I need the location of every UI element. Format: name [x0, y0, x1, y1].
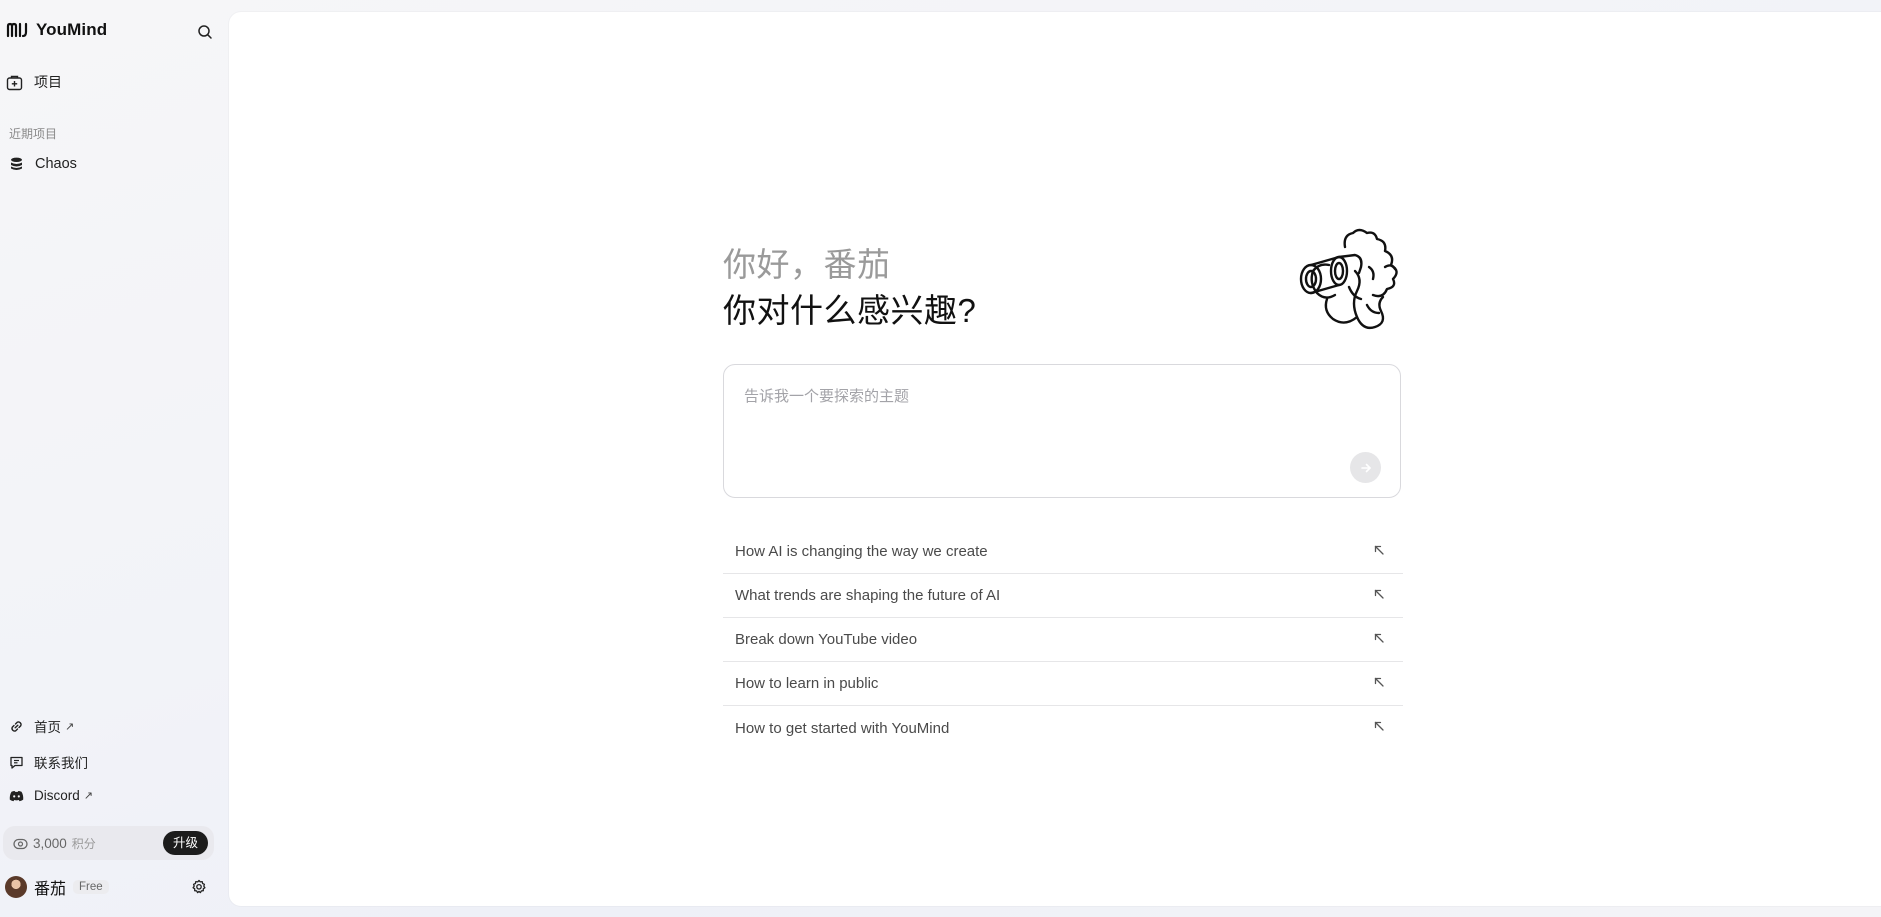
- contact-link-label: 联系我们: [34, 756, 88, 771]
- credits-bar: 3,000 积分 升级: [3, 826, 214, 860]
- suggestion-item[interactable]: How to learn in public: [723, 662, 1403, 706]
- project-add-icon: [6, 75, 23, 90]
- credits-unit: 积分: [71, 837, 96, 851]
- plan-badge: Free: [73, 880, 109, 894]
- sidebar-item-projects-label: 项目: [34, 74, 62, 90]
- send-button[interactable]: [1350, 452, 1381, 483]
- youmind-logo-icon: [6, 22, 28, 38]
- home-link[interactable]: 首页 ↗: [9, 716, 74, 736]
- suggestion-label: What trends are shaping the future of AI: [735, 587, 1001, 604]
- suggestion-label: How to learn in public: [735, 675, 879, 692]
- upgrade-button[interactable]: 升级: [162, 831, 208, 855]
- credits-icon: [13, 838, 28, 849]
- credits-display[interactable]: 3,000 积分: [13, 835, 96, 852]
- suggestion-label: How to get started with YouMind: [735, 719, 950, 737]
- sidebar: YouMind 项目 近期项目 Chaos 首页 ↗ 联系我们 Discord …: [0, 0, 229, 917]
- discord-icon: [9, 790, 24, 801]
- topic-input[interactable]: [744, 385, 1364, 407]
- sidebar-item-chaos[interactable]: Chaos: [10, 156, 77, 172]
- user-name: 番茄: [34, 881, 67, 898]
- arrow-up-left-icon: [1374, 677, 1384, 687]
- suggestion-label: Break down YouTube video: [735, 631, 918, 648]
- discord-link[interactable]: Discord ↗: [9, 788, 93, 803]
- arrow-up-left-icon: [1374, 589, 1384, 599]
- arrow-up-left-icon: [1374, 721, 1384, 731]
- brand-name: YouMind: [36, 20, 108, 39]
- suggestion-label: How AI is changing the way we create: [735, 543, 988, 560]
- home-link-label: 首页: [34, 720, 61, 735]
- suggestion-list: How AI is changing the way we create Wha…: [723, 530, 1403, 750]
- page-title: 你对什么感兴趣?: [723, 292, 977, 329]
- main-panel: 你好，番茄 你对什么感兴趣? 告诉我一个要探索的主题 How AI is cha…: [229, 12, 1881, 906]
- arrow-right-icon: [1360, 463, 1371, 472]
- user-profile[interactable]: 番茄 Free: [5, 875, 210, 899]
- suggestion-item[interactable]: How AI is changing the way we create: [723, 530, 1403, 574]
- sidebar-item-projects[interactable]: 项目: [6, 72, 62, 92]
- recent-section-label: 近期项目: [9, 127, 58, 141]
- link-icon: [11, 720, 22, 732]
- binoculars-illustration-icon: [1299, 228, 1398, 330]
- credits-amount: 3,000: [33, 836, 67, 851]
- chat-icon: [10, 756, 23, 769]
- external-link-icon: ↗: [65, 720, 75, 733]
- greeting: 你好，番茄: [723, 246, 891, 283]
- suggestion-item[interactable]: Break down YouTube video: [723, 618, 1403, 662]
- settings-button[interactable]: [188, 876, 210, 898]
- suggestion-item[interactable]: What trends are shaping the future of AI: [723, 574, 1403, 618]
- search-icon: [198, 25, 212, 39]
- suggestion-item[interactable]: How to get started with YouMind: [723, 706, 1403, 750]
- arrow-up-left-icon: [1374, 545, 1384, 555]
- arrow-up-left-icon: [1374, 633, 1384, 643]
- avatar[interactable]: [5, 876, 27, 898]
- gear-icon: [192, 879, 206, 894]
- discord-link-label: Discord: [34, 788, 80, 803]
- external-link-icon: ↗: [83, 790, 93, 802]
- prompt-box: [723, 364, 1401, 498]
- search-button[interactable]: [194, 21, 216, 43]
- brand[interactable]: YouMind: [6, 20, 107, 40]
- app-window: YouMind 项目 近期项目 Chaos 首页 ↗ 联系我们 Discord …: [0, 0, 1881, 917]
- recent-item-label: Chaos: [35, 156, 77, 172]
- database-stack-icon: [11, 157, 22, 170]
- contact-link[interactable]: 联系我们: [9, 752, 88, 772]
